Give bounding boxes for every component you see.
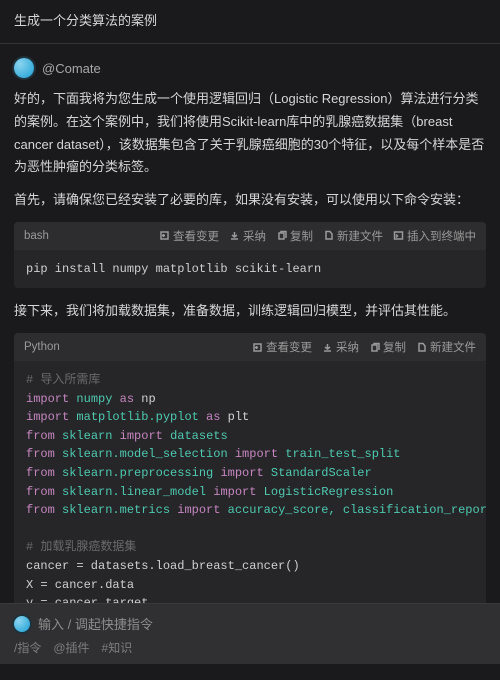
- input-placeholder: 输入 / 调起快捷指令: [38, 614, 153, 633]
- codeblock-header: Python 查看变更 采纳 复制 新建文件: [14, 333, 486, 361]
- code-line: pip install numpy matplotlib scikit-lear…: [26, 262, 321, 276]
- code-token: sklearn.preprocessing: [62, 466, 213, 480]
- code-token: from: [26, 485, 55, 499]
- paragraph-next: 接下来，我们将加载数据集，准备数据，训练逻辑回归模型，并评估其性能。: [14, 300, 486, 323]
- paragraph-intro: 好的，下面我将为您生成一个使用逻辑回归（Logistic Regression）…: [14, 88, 486, 179]
- code-token: from: [26, 503, 55, 517]
- code-token: LogisticRegression: [264, 485, 394, 499]
- code-token: import: [235, 447, 278, 461]
- code-token: import: [26, 392, 69, 406]
- code-token: accuracy_score, classification_report, c…: [228, 503, 486, 517]
- code-token: StandardScaler: [271, 466, 372, 480]
- code-comment: # 加载乳腺癌数据集: [26, 540, 136, 554]
- code-token: import: [120, 429, 163, 443]
- file-icon: [323, 230, 334, 241]
- hint-command[interactable]: /指令: [14, 639, 41, 656]
- diff-icon: [252, 342, 263, 353]
- assistant-content: 好的，下面我将为您生成一个使用逻辑回归（Logistic Regression）…: [0, 88, 500, 680]
- input-row[interactable]: 输入 / 调起快捷指令: [14, 614, 486, 633]
- code-token: from: [26, 447, 55, 461]
- codeblock-lang-label: Python: [24, 341, 60, 353]
- code-token: matplotlib.pyplot: [76, 410, 198, 424]
- code-token: sklearn.linear_model: [62, 485, 206, 499]
- codeblock-header: bash 查看变更 采纳 复制 新建文件 插入到终端中: [14, 222, 486, 250]
- download-icon: [322, 342, 333, 353]
- code-token: sklearn.model_selection: [62, 447, 228, 461]
- hint-knowledge[interactable]: #知识: [102, 639, 133, 656]
- new-file-button[interactable]: 新建文件: [416, 339, 476, 355]
- code-token: np: [141, 392, 155, 406]
- codeblock-actions: 查看变更 采纳 复制 新建文件: [252, 339, 476, 355]
- copy-icon: [276, 230, 287, 241]
- assistant-avatar: [14, 58, 34, 78]
- apply-button[interactable]: 采纳: [322, 339, 359, 355]
- hint-plugin[interactable]: @插件: [53, 639, 89, 656]
- terminal-icon: [393, 230, 404, 241]
- code-token: sklearn: [62, 429, 112, 443]
- assistant-header: @Comate: [0, 48, 500, 88]
- code-token: sklearn.metrics: [62, 503, 170, 517]
- user-message: 生成一个分类算法的案例: [0, 0, 500, 43]
- code-token: as: [206, 410, 220, 424]
- code-token: plt: [228, 410, 250, 424]
- codeblock-bash: bash 查看变更 采纳 复制 新建文件 插入到终端中 pip install …: [14, 222, 486, 289]
- code-token: from: [26, 466, 55, 480]
- code-comment: # 导入所需库: [26, 373, 100, 387]
- codeblock-actions: 查看变更 采纳 复制 新建文件 插入到终端中: [159, 228, 476, 244]
- code-token: import: [213, 485, 256, 499]
- apply-button[interactable]: 采纳: [229, 228, 266, 244]
- file-icon: [416, 342, 427, 353]
- codeblock-body[interactable]: pip install numpy matplotlib scikit-lear…: [14, 250, 486, 289]
- copy-button[interactable]: 复制: [369, 339, 406, 355]
- code-token: import: [26, 410, 69, 424]
- download-icon: [229, 230, 240, 241]
- section-divider: [0, 43, 500, 44]
- input-hints: /指令 @插件 #知识: [14, 639, 486, 656]
- copy-button[interactable]: 复制: [276, 228, 313, 244]
- code-token: import: [177, 503, 220, 517]
- code-token: numpy: [76, 392, 112, 406]
- view-diff-button[interactable]: 查看变更: [252, 339, 312, 355]
- input-footer: 输入 / 调起快捷指令 /指令 @插件 #知识: [0, 603, 500, 664]
- code-line: X = cancer.data: [26, 578, 134, 592]
- codeblock-lang-label: bash: [24, 230, 49, 242]
- code-token: train_test_split: [285, 447, 400, 461]
- insert-terminal-button[interactable]: 插入到终端中: [393, 228, 476, 244]
- copy-icon: [369, 342, 380, 353]
- code-token: datasets: [170, 429, 228, 443]
- assistant-name: @Comate: [42, 61, 101, 76]
- input-avatar: [14, 616, 30, 632]
- code-token: import: [220, 466, 263, 480]
- code-token: from: [26, 429, 55, 443]
- paragraph-install: 首先，请确保您已经安装了必要的库，如果没有安装，可以使用以下命令安装：: [14, 189, 486, 212]
- code-token: as: [120, 392, 134, 406]
- view-diff-button[interactable]: 查看变更: [159, 228, 219, 244]
- diff-icon: [159, 230, 170, 241]
- new-file-button[interactable]: 新建文件: [323, 228, 383, 244]
- code-line: cancer = datasets.load_breast_cancer(): [26, 559, 300, 573]
